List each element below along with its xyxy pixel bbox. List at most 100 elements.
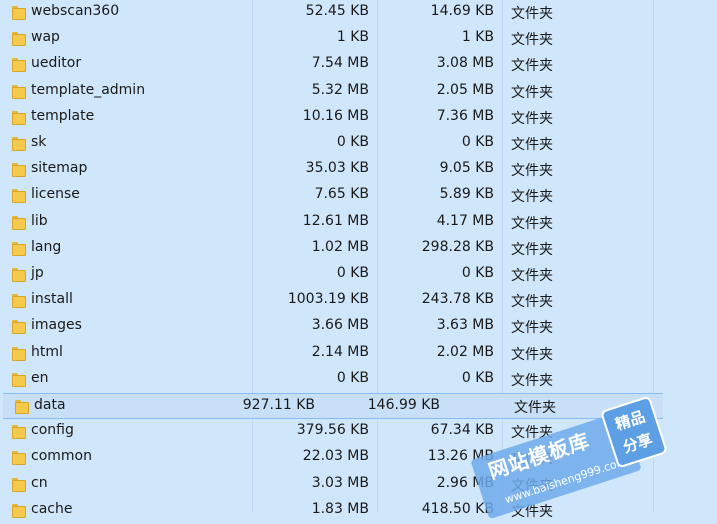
file-name: sitemap (31, 160, 88, 177)
file-size: 7.65 KB (314, 186, 369, 203)
file-name: sk (31, 134, 47, 150)
file-type: 文件夹 (511, 294, 553, 311)
folder-icon (12, 189, 26, 204)
folder-icon (12, 163, 26, 178)
file-type: 文件夹 (511, 189, 553, 206)
file-size: 3.66 MB (311, 317, 369, 334)
file-row[interactable]: common 22.03 MB 13.26 MB 文件夹 (0, 445, 717, 471)
file-type: 文件夹 (511, 137, 553, 153)
file-row[interactable]: en 0 KB 0 KB 文件夹 (0, 367, 717, 393)
file-size: 0 KB (336, 265, 369, 281)
folder-icon (12, 294, 26, 309)
file-row[interactable]: cn 3.03 MB 2.96 MB 文件夹 (0, 472, 717, 498)
file-row[interactable]: webscan360 52.45 KB 14.69 KB 文件夹 (0, 0, 717, 26)
file-size: 1 KB (336, 29, 369, 46)
folder-icon (12, 503, 26, 518)
file-type: 文件夹 (511, 346, 553, 363)
file-row[interactable]: template_admin 5.32 MB 2.05 MB 文件夹 (0, 79, 717, 105)
file-size: 22.03 MB (302, 448, 369, 465)
file-name: webscan360 (31, 3, 120, 19)
file-row[interactable]: cache 1.83 MB 418.50 KB 文件夹 (0, 498, 717, 524)
file-compressed-size: 243.78 KB (421, 291, 494, 308)
folder-icon (12, 58, 26, 73)
file-row[interactable]: config 379.56 KB 67.34 KB 文件夹 (0, 419, 717, 445)
file-size: 1.83 MB (311, 500, 369, 517)
file-row[interactable]: sitemap 35.03 KB 9.05 KB 文件夹 (0, 157, 717, 183)
file-name: cn (31, 474, 48, 491)
file-name: license (31, 186, 80, 203)
folder-icon (12, 137, 26, 151)
file-compressed-size: 0 KB (461, 369, 494, 386)
file-compressed-size: 418.50 KB (421, 500, 494, 517)
file-type: 文件夹 (511, 451, 553, 468)
file-size: 2.14 MB (311, 343, 369, 360)
file-compressed-size: 2.02 MB (436, 343, 494, 360)
file-name: html (31, 343, 63, 360)
file-row[interactable]: install 1003.19 KB 243.78 KB 文件夹 (0, 288, 717, 314)
file-row[interactable]: license 7.65 KB 5.89 KB 文件夹 (0, 183, 717, 209)
file-type: 文件夹 (511, 503, 553, 520)
file-name: install (31, 291, 73, 308)
file-type: 文件夹 (511, 163, 553, 180)
folder-icon (12, 84, 26, 99)
file-type: 文件夹 (511, 320, 553, 337)
file-name: config (31, 422, 74, 439)
file-row[interactable]: wap 1 KB 1 KB 文件夹 (0, 26, 717, 52)
file-name: data (34, 397, 66, 413)
file-compressed-size: 0 KB (461, 265, 494, 281)
folder-icon (12, 110, 26, 125)
file-type: 文件夹 (511, 425, 553, 442)
folder-icon (12, 215, 26, 230)
folder-icon (12, 425, 26, 440)
file-compressed-size: 13.26 MB (427, 448, 494, 465)
file-compressed-size: 3.63 MB (436, 317, 494, 334)
file-compressed-size: 2.96 MB (436, 474, 494, 491)
file-compressed-size: 0 KB (461, 134, 494, 150)
file-row[interactable]: html 2.14 MB 2.02 MB 文件夹 (0, 341, 717, 367)
file-row[interactable]: data 927.11 KB 146.99 KB 文件夹 (3, 393, 663, 419)
file-name: lang (31, 238, 62, 255)
folder-icon (12, 346, 26, 361)
file-compressed-size: 298.28 KB (421, 238, 494, 255)
file-size: 927.11 KB (242, 397, 315, 413)
file-name: template (31, 107, 95, 124)
file-type: 文件夹 (511, 372, 553, 389)
file-name: cache (31, 500, 73, 517)
file-row[interactable]: template 10.16 MB 7.36 MB 文件夹 (0, 105, 717, 131)
file-type: 文件夹 (511, 58, 553, 75)
file-type: 文件夹 (511, 241, 553, 258)
file-type: 文件夹 (511, 268, 553, 284)
file-name: images (31, 317, 82, 334)
file-size: 52.45 KB (305, 3, 369, 19)
file-compressed-size: 4.17 MB (436, 212, 494, 229)
file-size: 0 KB (336, 369, 369, 386)
file-row[interactable]: ueditor 7.54 MB 3.08 MB 文件夹 (0, 52, 717, 78)
folder-icon (12, 451, 26, 466)
file-size: 12.61 MB (302, 212, 369, 229)
file-type: 文件夹 (514, 400, 556, 416)
file-size: 7.54 MB (311, 55, 369, 72)
folder-icon (12, 372, 26, 387)
file-name: template_admin (31, 81, 146, 98)
file-size: 1003.19 KB (287, 291, 369, 308)
file-row[interactable]: lang 1.02 MB 298.28 KB 文件夹 (0, 236, 717, 262)
file-type: 文件夹 (511, 6, 553, 22)
file-compressed-size: 2.05 MB (436, 81, 494, 98)
file-type: 文件夹 (511, 477, 553, 494)
file-row[interactable]: lib 12.61 MB 4.17 MB 文件夹 (0, 210, 717, 236)
file-type: 文件夹 (511, 32, 553, 49)
file-row[interactable]: sk 0 KB 0 KB 文件夹 (0, 131, 717, 157)
folder-icon (12, 241, 26, 256)
folder-icon (12, 6, 26, 20)
file-size: 10.16 MB (302, 107, 369, 124)
file-name: en (31, 369, 49, 386)
file-list: webscan360 52.45 KB 14.69 KB 文件夹 wap 1 KB 1 KB… (0, 0, 717, 520)
file-compressed-size: 5.89 KB (439, 186, 494, 203)
file-compressed-size: 67.34 KB (430, 422, 494, 439)
file-name: common (31, 448, 92, 465)
file-row[interactable]: jp 0 KB 0 KB 文件夹 (0, 262, 717, 288)
folder-icon (12, 32, 26, 47)
file-size: 0 KB (336, 134, 369, 150)
file-name: lib (31, 212, 48, 229)
file-row[interactable]: images 3.66 MB 3.63 MB 文件夹 (0, 314, 717, 340)
